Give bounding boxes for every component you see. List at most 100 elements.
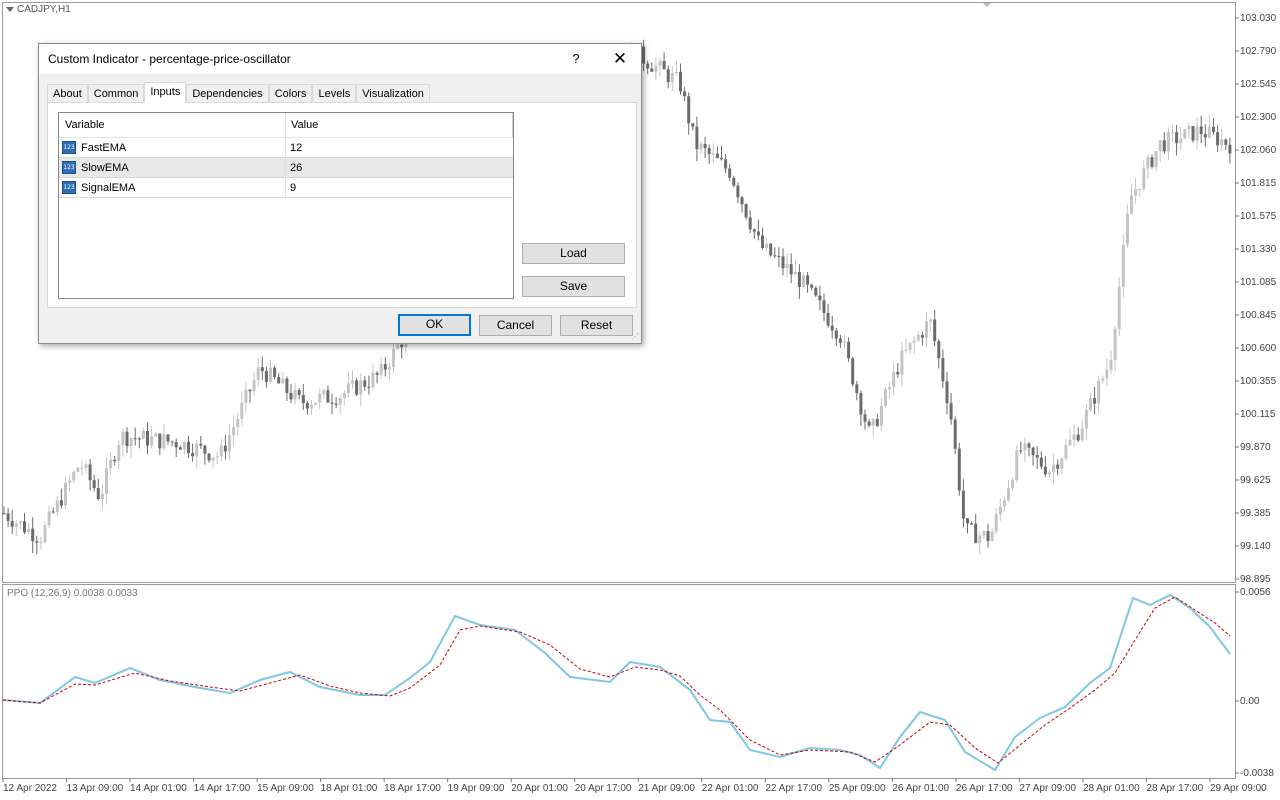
candle-body <box>670 72 674 83</box>
candle-body <box>129 438 133 447</box>
ok-button[interactable]: OK <box>398 314 471 336</box>
candle-body <box>207 453 211 461</box>
candle-body <box>55 500 59 513</box>
integer-icon: 123 <box>62 141 76 154</box>
candle-body <box>834 330 838 339</box>
candle-body <box>646 63 650 69</box>
candle-body <box>941 358 945 382</box>
price-axis-label: 99.870 <box>1240 442 1271 453</box>
candle-body <box>146 430 149 446</box>
candle-body <box>859 393 863 415</box>
candle-body <box>400 344 404 348</box>
price-axis-label: 101.085 <box>1240 277 1277 288</box>
time-axis-label: 20 Apr 01:00 <box>511 783 568 794</box>
variable-value[interactable]: 26 <box>290 162 302 174</box>
candle-body <box>1228 144 1232 154</box>
custom-indicator-dialog[interactable]: Custom Indicator - percentage-price-osci… <box>38 43 642 344</box>
candle-body <box>219 445 223 457</box>
candle-body <box>84 464 88 468</box>
candle-body <box>355 380 359 395</box>
input-row-slowema[interactable]: 123 SlowEMA 26 <box>59 158 513 178</box>
candle-body <box>1023 443 1027 451</box>
tab-about[interactable]: About <box>47 84 88 102</box>
tab-dependencies[interactable]: Dependencies <box>186 84 269 102</box>
cancel-button[interactable]: Cancel <box>479 315 552 336</box>
time-axis-label: 28 Apr 17:00 <box>1146 783 1203 794</box>
candle-body <box>269 367 272 382</box>
ppo-axis-label: -0.0038 <box>1240 768 1274 779</box>
candle-body <box>920 335 924 338</box>
reset-button[interactable]: Reset <box>560 315 633 336</box>
candle-body <box>27 528 31 533</box>
candle-body <box>371 372 375 387</box>
candle-body <box>23 521 26 533</box>
candle-body <box>14 523 18 527</box>
candle-body <box>966 518 969 524</box>
symbol-label[interactable]: CADJPY,H1 <box>6 4 71 15</box>
candle-body <box>666 69 670 83</box>
candle-body <box>871 418 875 426</box>
ppo-indicator-label: PPO (12,26,9) 0.0038 0.0033 <box>7 588 138 599</box>
candle-body <box>1166 132 1170 152</box>
dialog-title-bar[interactable]: Custom Indicator - percentage-price-osci… <box>39 44 641 74</box>
candle-body <box>1220 139 1224 146</box>
candle-body <box>756 231 760 236</box>
candle-body <box>59 500 63 506</box>
candle-body <box>64 482 67 506</box>
price-axis-label: 101.815 <box>1240 178 1277 189</box>
candle-body <box>814 287 818 296</box>
close-button[interactable]: ✕ <box>607 49 633 69</box>
candle-body <box>838 338 842 343</box>
candle-body <box>1027 443 1031 448</box>
input-row-signalema[interactable]: 123 SignalEMA 9 <box>59 178 513 198</box>
tab-visualization[interactable]: Visualization <box>356 84 430 102</box>
candle-body <box>338 398 342 405</box>
candle-body <box>10 520 14 527</box>
load-button[interactable]: Load <box>522 243 625 264</box>
candle-body <box>47 511 51 526</box>
tab-common[interactable]: Common <box>87 84 145 102</box>
candle-body <box>392 348 395 368</box>
price-axis-label: 98.895 <box>1240 574 1271 585</box>
price-axis-label: 102.545 <box>1240 79 1277 90</box>
candle-body <box>1048 472 1051 475</box>
dropdown-triangle-icon[interactable] <box>6 7 14 12</box>
candle-body <box>810 284 814 288</box>
tab-inputs[interactable]: Inputs <box>144 82 187 103</box>
candle-body <box>674 71 678 73</box>
candle-body <box>285 378 289 393</box>
column-header-variable[interactable]: Variable <box>65 119 105 131</box>
candle-body <box>396 344 400 349</box>
input-row-fastema[interactable]: 123 FastEMA 12 <box>59 138 513 158</box>
candle-body <box>199 443 203 446</box>
tab-colors[interactable]: Colors <box>268 84 313 102</box>
time-axis-label: 25 Apr 09:00 <box>829 783 886 794</box>
price-axis-label: 100.355 <box>1240 376 1277 387</box>
candle-body <box>1125 213 1129 245</box>
variable-value[interactable]: 9 <box>290 182 296 194</box>
candle-body <box>248 389 252 392</box>
candle-body <box>158 433 162 449</box>
price-axis-label: 99.140 <box>1240 541 1271 552</box>
column-header-value[interactable]: Value <box>291 119 318 131</box>
price-axis-label: 102.300 <box>1240 112 1277 123</box>
time-axis-label: 27 Apr 09:00 <box>1019 783 1076 794</box>
candle-body <box>387 367 391 370</box>
resize-grip-icon[interactable]: ⋰ <box>631 332 639 341</box>
variable-value[interactable]: 12 <box>290 142 302 154</box>
candle-body <box>916 335 920 341</box>
time-axis-label: 19 Apr 09:00 <box>448 783 505 794</box>
save-button[interactable]: Save <box>522 276 625 297</box>
candle-body <box>867 421 871 426</box>
candle-body <box>1105 369 1109 379</box>
inputs-grid[interactable]: Variable Value 123 FastEMA 12 123 SlowEM… <box>58 112 514 299</box>
candle-body <box>793 271 797 275</box>
candle-body <box>1134 189 1138 196</box>
help-button[interactable]: ? <box>566 49 586 69</box>
candle-body <box>182 441 186 450</box>
candle-body <box>830 325 834 331</box>
candle-body <box>1162 140 1166 152</box>
candle-body <box>843 341 846 343</box>
candle-body <box>301 394 305 403</box>
tab-levels[interactable]: Levels <box>312 84 357 102</box>
